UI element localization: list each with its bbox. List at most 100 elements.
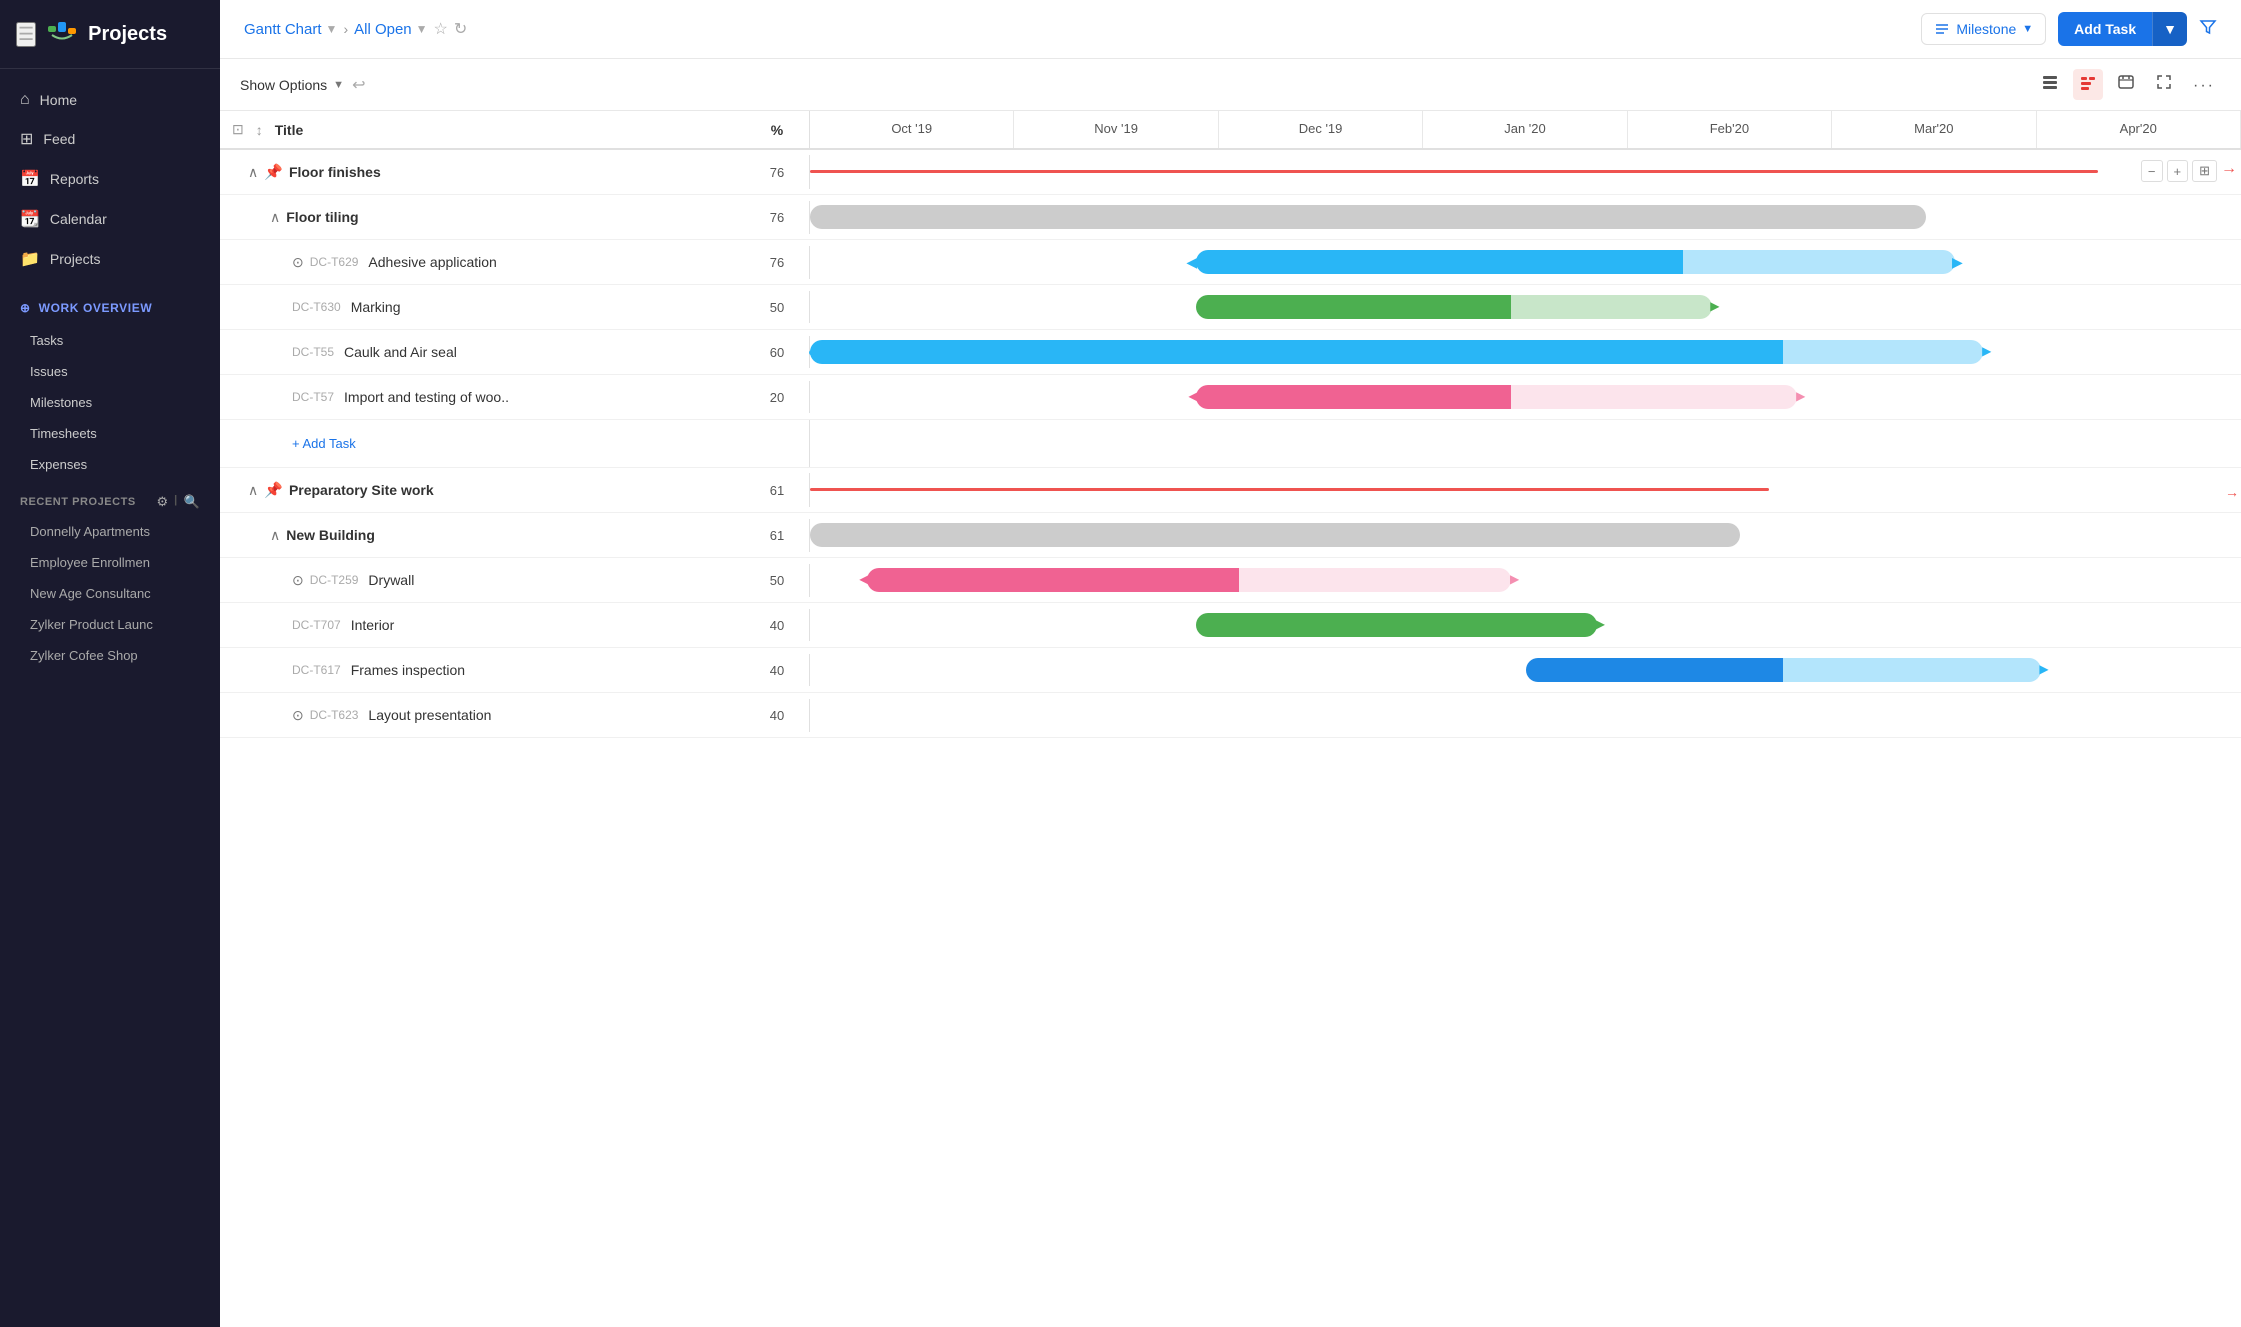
breadcrumb-gantt[interactable]: Gantt Chart ▼ xyxy=(244,21,337,38)
arrow-right-icon: ▶ xyxy=(1982,344,1991,358)
filter-icon-button[interactable] xyxy=(2199,18,2217,41)
sidebar-item-tasks[interactable]: Tasks xyxy=(0,325,220,356)
add-task-inline-link[interactable]: + Add Task xyxy=(292,428,356,459)
minus-button[interactable]: − xyxy=(2141,160,2163,182)
sort-icon[interactable]: ↕ xyxy=(256,122,263,138)
row-title: Floor finishes xyxy=(289,164,751,180)
chevron-icon[interactable]: ⊙ xyxy=(292,707,304,724)
month-mar20: Mar'20 xyxy=(1832,111,2036,148)
gantt-row-left: DC-T630 Marking 50 xyxy=(220,291,810,323)
gantt-row-chart: ◀ ▶ xyxy=(810,375,2241,419)
month-oct19: Oct '19 xyxy=(810,111,1014,148)
sidebar-item-home[interactable]: ⌂ Home xyxy=(0,81,220,119)
table-row: ∧ Floor tiling 76 xyxy=(220,195,2241,240)
breadcrumb-separator: › xyxy=(343,21,348,37)
sidebar-item-expenses[interactable]: Expenses xyxy=(0,449,220,480)
sidebar-header: ☰ Projects xyxy=(0,0,220,69)
reports-icon: 📅 xyxy=(20,169,40,189)
gantt-row-left: DC-T57 Import and testing of woo.. 20 xyxy=(220,381,810,413)
sidebar-item-timesheets[interactable]: Timesheets xyxy=(0,418,220,449)
recent-project-2[interactable]: New Age Consultanc xyxy=(0,578,220,609)
chevron-icon[interactable]: ∧ xyxy=(248,482,258,499)
recent-projects-settings-icon[interactable]: ⚙ xyxy=(157,494,169,510)
add-task-dropdown-icon[interactable]: ▼ xyxy=(2152,12,2187,46)
expand-button[interactable]: ⊞ xyxy=(2192,160,2217,182)
breadcrumb: Gantt Chart ▼ › All Open ▼ ☆ ↻ xyxy=(244,19,1913,39)
fullscreen-icon-button[interactable] xyxy=(2149,69,2179,100)
logo-icon xyxy=(46,18,78,50)
chevron-icon[interactable]: ∧ xyxy=(270,209,280,226)
expand-all-icon[interactable]: ⊡ xyxy=(232,121,244,138)
feed-icon: ⊞ xyxy=(20,129,33,149)
breadcrumb-filter[interactable]: All Open ▼ xyxy=(354,21,427,38)
task-id: DC-T707 xyxy=(292,618,341,632)
hamburger-icon[interactable]: ☰ xyxy=(16,22,36,47)
recent-project-0[interactable]: Donnelly Apartments xyxy=(0,516,220,547)
favorite-star-icon[interactable]: ☆ xyxy=(434,19,448,39)
task-id: DC-T259 xyxy=(310,573,359,587)
month-apr20: Apr'20 xyxy=(2037,111,2241,148)
table-row: DC-T57 Import and testing of woo.. 20 ◀ … xyxy=(220,375,2241,420)
topbar-actions: Milestone ▼ Add Task ▼ xyxy=(1921,12,2217,46)
sidebar-item-milestones[interactable]: Milestones xyxy=(0,387,220,418)
row-percent: 50 xyxy=(757,300,797,315)
chevron-icon[interactable]: ∧ xyxy=(248,164,258,181)
sidebar-item-feed[interactable]: ⊞ Feed xyxy=(0,119,220,159)
arrow-right-icon: ▶ xyxy=(1952,254,1963,271)
sidebar-item-projects[interactable]: 📁 Projects xyxy=(0,239,220,279)
add-task-button[interactable]: Add Task ▼ xyxy=(2058,12,2187,46)
undo-button[interactable]: ↩ xyxy=(352,75,365,95)
gantt-row-left: DC-T617 Frames inspection 40 xyxy=(220,654,810,686)
month-feb20: Feb'20 xyxy=(1628,111,1832,148)
sidebar-item-issues[interactable]: Issues xyxy=(0,356,220,387)
row-title: New Building xyxy=(286,527,751,543)
row-title: Adhesive application xyxy=(368,254,751,270)
main-content: Gantt Chart ▼ › All Open ▼ ☆ ↻ Milestone… xyxy=(220,0,2241,1327)
recent-projects-search-icon[interactable]: 🔍 xyxy=(184,494,200,510)
chevron-icon[interactable]: ⊙ xyxy=(292,572,304,589)
gantt-row-left: ∧ New Building 61 xyxy=(220,519,810,552)
recent-project-4[interactable]: Zylker Cofee Shop xyxy=(0,640,220,671)
sidebar-item-reports[interactable]: 📅 Reports xyxy=(0,159,220,199)
milestone-icon xyxy=(1934,21,1950,37)
table-row: DC-T630 Marking 50 ▶ xyxy=(220,285,2241,330)
recent-project-3[interactable]: Zylker Product Launc xyxy=(0,609,220,640)
filter-dropdown-icon[interactable]: ▼ xyxy=(416,22,428,36)
arrow-right-icon: ▶ xyxy=(1510,572,1519,586)
refresh-icon[interactable]: ↻ xyxy=(454,19,467,39)
show-options-button[interactable]: Show Options ▼ xyxy=(240,77,344,93)
row-percent: 60 xyxy=(757,345,797,360)
gantt-row-chart xyxy=(810,693,2241,737)
gantt-row-left: ∧ 📌 Floor finishes 76 xyxy=(220,155,810,189)
table-row: ⊙ DC-T259 Drywall 50 ◀ ▶ xyxy=(220,558,2241,603)
gantt-row-left: DC-T55 Caulk and Air seal 60 xyxy=(220,336,810,368)
row-height-icon-button[interactable] xyxy=(2035,69,2065,100)
milestone-button[interactable]: Milestone ▼ xyxy=(1921,13,2046,45)
calendar-view-icon-button[interactable] xyxy=(2111,69,2141,100)
task-id: DC-T623 xyxy=(310,708,359,722)
table-row: ∧ 📌 Preparatory Site work 61 → xyxy=(220,468,2241,513)
gantt-view-icon-button[interactable] xyxy=(2073,69,2103,100)
gantt-bar-light: ▶ xyxy=(1511,295,1711,319)
table-row: ⊙ DC-T623 Layout presentation 40 xyxy=(220,693,2241,738)
chevron-icon[interactable]: ⊙ xyxy=(292,254,304,271)
gantt-bar xyxy=(810,205,1926,229)
row-percent: 20 xyxy=(757,390,797,405)
sidebar-item-calendar-label: Calendar xyxy=(50,211,107,227)
sidebar-item-calendar[interactable]: 📆 Calendar xyxy=(0,199,220,239)
recent-project-1[interactable]: Employee Enrollmen xyxy=(0,547,220,578)
milestone-dropdown-icon: ▼ xyxy=(2022,23,2033,35)
gantt-container: ⊡ ↕ Title % Oct '19 Nov '19 Dec '19 Jan … xyxy=(220,111,2241,1327)
gantt-dropdown-icon[interactable]: ▼ xyxy=(326,22,338,36)
gantt-row-left: + Add Task xyxy=(220,420,810,467)
more-options-icon-button[interactable]: ··· xyxy=(2187,70,2221,99)
gantt-row-chart xyxy=(810,195,2241,239)
gantt-row-left: ⊙ DC-T259 Drywall 50 xyxy=(220,564,810,597)
row-percent: 61 xyxy=(757,528,797,543)
app-title: Projects xyxy=(88,23,167,46)
work-overview-label: WORK OVERVIEW xyxy=(39,301,153,315)
arrow-right-red-icon-2: → xyxy=(2225,484,2239,500)
chevron-icon[interactable]: ∧ xyxy=(270,527,280,544)
plus-button[interactable]: + xyxy=(2167,160,2189,182)
gantt-left-header: ⊡ ↕ Title % xyxy=(220,111,810,148)
